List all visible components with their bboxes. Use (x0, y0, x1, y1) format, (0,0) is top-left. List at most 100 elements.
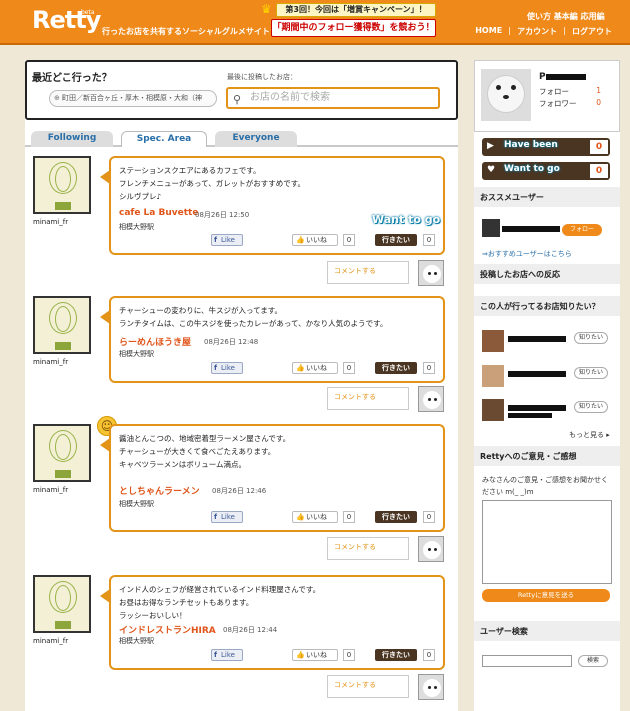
eye (428, 548, 431, 551)
want-to-go-button[interactable]: 行きたい (375, 649, 417, 661)
iine-button[interactable]: 👍 いいね (292, 649, 338, 661)
eye (428, 272, 431, 275)
follow-button[interactable]: フォロー (562, 224, 602, 236)
user-search-input[interactable] (482, 655, 572, 667)
redaction-mask (508, 371, 566, 377)
top-nav: HOME | アカウント | ログアウト (475, 26, 612, 37)
follower-label: フォロワー (539, 99, 577, 108)
profile-box: P フォロー 1 フォロワー 0 (474, 60, 620, 132)
want-to-go-count: 0 (423, 649, 435, 661)
iine-button[interactable]: 👍 いいね (292, 511, 338, 523)
facebook-like-button[interactable]: f Like (211, 362, 243, 374)
eye (434, 272, 437, 275)
avatar[interactable] (33, 296, 91, 354)
comment-input[interactable]: コメントする (327, 675, 409, 698)
tab-following[interactable]: Following (31, 131, 113, 147)
want-to-know-button[interactable]: 知りたい (574, 332, 608, 344)
post-text: 醤油とんこつの、地域密着型ラーメン屋さんです。 チャーシューが大きくて食べごたえ… (119, 434, 291, 469)
tab-everyone[interactable]: Everyone (215, 131, 297, 147)
facebook-like-button[interactable]: f Like (211, 649, 243, 661)
recommended-user-photo[interactable] (482, 219, 500, 237)
facebook-icon: f (214, 513, 218, 521)
tab-spec-area[interactable]: Spec. Area (121, 131, 207, 147)
send-opinion-button[interactable]: Rettyに意見を送る (482, 589, 610, 602)
balloon-icon (55, 306, 71, 332)
post-text: チャーシューの変わりに、牛スジが入ってます。 ランチタイムは、この牛スジを使った… (119, 306, 388, 328)
area-select[interactable]: ⊕ 町田／新百合ヶ丘・厚木・相模原・大和（神 (49, 90, 217, 107)
facebook-icon: f (214, 651, 218, 659)
basket-icon (55, 202, 71, 210)
profile-photo[interactable] (481, 69, 531, 121)
station-name: 相模大野駅 (119, 223, 154, 231)
recommend-link[interactable]: ⇒おすすめユーザーはこちら (482, 249, 572, 259)
comment-avatar (418, 386, 444, 412)
campaign-banner-bottom[interactable]: 「期間中のフォロー獲得数」を競おう！ (271, 19, 436, 37)
eye (511, 85, 516, 90)
avatar[interactable] (33, 424, 91, 482)
nav-logout[interactable]: ログアウト (572, 26, 612, 37)
have-been-button[interactable]: ▶ Have been 0 (482, 138, 610, 156)
profile-name-text: P (539, 72, 546, 82)
opinion-heading: Rettyへのご意見・ご感想 (474, 446, 620, 466)
like-label: Like (221, 364, 235, 372)
redaction-mask (508, 336, 566, 342)
profile-name[interactable]: P (539, 72, 586, 82)
comment-input[interactable]: コメントする (327, 387, 409, 410)
user-photo[interactable] (482, 365, 504, 387)
iine-count: 0 (343, 234, 355, 246)
shop-name-link[interactable]: らーめんほうき屋 (119, 335, 191, 348)
comment-input[interactable]: コメントする (327, 261, 409, 284)
want-to-go-button[interactable]: 行きたい (375, 234, 417, 246)
comment-avatar (418, 536, 444, 562)
post-username[interactable]: minami_fr (33, 637, 68, 645)
post-username[interactable]: minami_fr (33, 358, 68, 366)
want-to-go-button[interactable]: 行きたい (375, 362, 417, 374)
dog-photo (487, 75, 525, 113)
iine-count: 0 (343, 362, 355, 374)
want-to-know-button[interactable]: 知りたい (574, 367, 608, 379)
iine-button[interactable]: 👍 いいね (292, 362, 338, 374)
comment-input[interactable]: コメントする (327, 537, 409, 560)
follower-stat[interactable]: フォロワー 0 (539, 98, 615, 109)
nav-account[interactable]: アカウント (517, 26, 557, 37)
post-username[interactable]: minami_fr (33, 486, 68, 494)
want-to-go-button[interactable]: 行きたい (375, 511, 417, 523)
thumbs-up-icon: 👍 (296, 364, 305, 372)
user-photo[interactable] (482, 330, 504, 352)
iine-button[interactable]: 👍 いいね (292, 234, 338, 246)
thumbs-up-icon: 👍 (296, 513, 305, 521)
nav-home[interactable]: HOME (475, 26, 502, 37)
more-link[interactable]: もっと見る ▸ (569, 430, 610, 440)
shop-search-input[interactable]: ⚲ お店の名前で検索 (226, 87, 440, 109)
location-icon: ⊕ (54, 94, 60, 102)
facebook-icon: f (214, 236, 218, 244)
follow-stat[interactable]: フォロー 1 (539, 86, 615, 97)
balloon-icon (55, 585, 71, 611)
dog-photo (423, 265, 441, 283)
post-bubble: ステーションスクエアにあるカフェです。 フレンチメニューがあって、ガレットがおす… (109, 156, 445, 255)
avatar[interactable] (33, 156, 91, 214)
shop-name-link[interactable]: としちゃんラーメン (119, 484, 200, 497)
want-to-know-button[interactable]: 知りたい (574, 401, 608, 413)
basket-icon (55, 470, 71, 478)
shop-name-link[interactable]: インドレストランHIRA (119, 623, 216, 636)
post-username[interactable]: minami_fr (33, 218, 68, 226)
follower-count: 0 (596, 98, 601, 107)
opinion-textarea[interactable] (482, 500, 612, 584)
have-been-count: 0 (590, 140, 608, 154)
avatar[interactable] (33, 575, 91, 633)
guide-links[interactable]: 使い方 基本編 応用編 (527, 11, 605, 22)
flag-icon: ▶ (487, 141, 494, 151)
iine-count: 0 (343, 649, 355, 661)
campaign-banner-top[interactable]: 第3回！今回は「増賞キャンペーン」！ (276, 3, 436, 17)
post-text: ステーションスクエアにあるカフェです。 フレンチメニューがあって、ガレットがおす… (119, 166, 305, 201)
facebook-like-button[interactable]: f Like (211, 511, 243, 523)
shop-name-link[interactable]: cafe La Buvette (119, 208, 198, 218)
want-to-go-annotation: Want to go (372, 213, 441, 226)
want-to-go-sidebar-button[interactable]: ♥ Want to go 0 (482, 162, 610, 180)
comment-avatar (418, 674, 444, 700)
redaction-mask (502, 226, 560, 232)
facebook-like-button[interactable]: f Like (211, 234, 243, 246)
user-search-button[interactable]: 検索 (578, 655, 608, 667)
user-photo[interactable] (482, 399, 504, 421)
